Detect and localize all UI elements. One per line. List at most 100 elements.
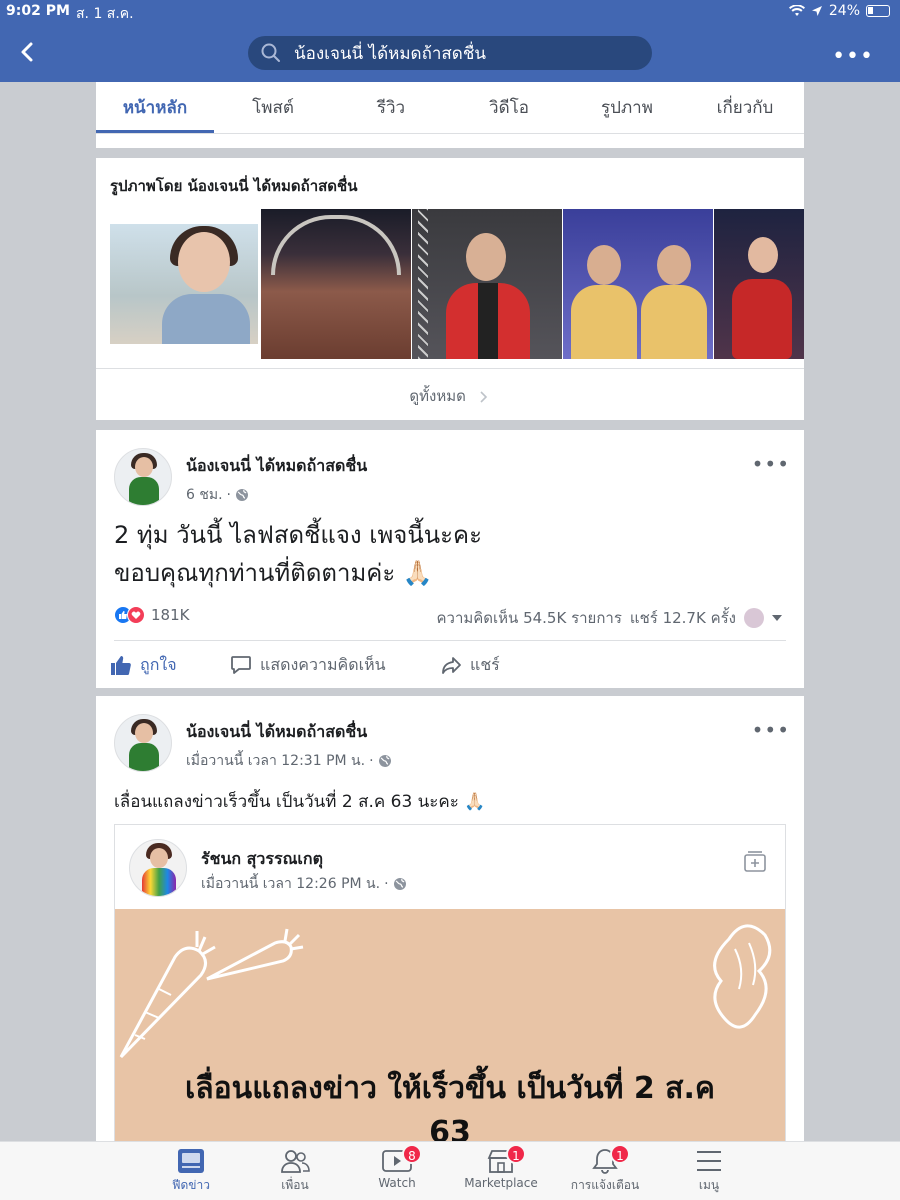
tab-home[interactable]: หน้าหลัก [96,82,214,133]
dropdown-caret-icon[interactable] [772,615,782,621]
dot-separator: · [384,876,389,892]
like-label: ถูกใจ [140,654,177,674]
battery-icon [866,5,890,17]
nav-news-feed[interactable]: ฟีดข่าว [136,1148,246,1195]
battery-percent: 24% [828,3,860,19]
post-stats: ความคิดเห็น 54.5K รายการ แชร์ 12.7K ครั้… [436,606,782,630]
globe-icon [393,878,406,890]
notification-badge: 1 [610,1144,630,1164]
nav-label: ฟีดข่าว [172,1178,210,1192]
notification-badge: 8 [402,1144,422,1164]
banner-line: 63 [429,1115,471,1141]
nav-label: เพื่อน [281,1178,309,1192]
post-actions: ถูกใจ แสดงความคิดเห็น แชร์ [110,648,790,682]
save-post-icon[interactable] [743,849,767,873]
reaction-summary[interactable]: 181K [114,606,189,624]
banner-text: เลื่อนแถลงข่าว ให้เร็วขึ้น เป็นวันที่ 2 … [115,1067,785,1141]
dot-separator: · [226,487,231,503]
news-feed-icon [178,1149,204,1173]
photo-thumbnail[interactable] [563,209,713,359]
avatar[interactable] [114,714,172,772]
photo-thumbnail[interactable] [714,209,804,359]
comment-label: แสดงความคิดเห็น [260,654,386,674]
photo-thumbnail[interactable] [412,209,562,359]
nav-notifications[interactable]: 1 การแจ้งเตือน [550,1144,660,1195]
post-more-icon[interactable]: ••• [752,718,790,742]
nav-label: เมนู [698,1178,720,1192]
shared-author[interactable]: รัชนก สุวรรณเกตุ [201,847,323,872]
wifi-icon [788,5,805,16]
menu-icon [697,1151,721,1171]
shared-post[interactable]: รัชนก สุวรรณเกตุ เมื่อวานนี้ เวลา 12:26 … [114,824,786,1141]
viewer-avatar[interactable] [744,608,764,628]
carrot-illustration [119,928,304,1059]
nav-marketplace[interactable]: 1 Marketplace [446,1144,556,1190]
post-author[interactable]: น้องเจนนี่ ได้หมดถ้าสดชื่น [186,720,367,745]
tab-reviews[interactable]: รีวิว [332,82,450,133]
see-all-link[interactable]: ดูทั้งหมด [96,384,804,408]
avatar[interactable] [114,448,172,506]
see-all-label: ดูทั้งหมด [409,387,466,405]
search-icon [261,43,280,62]
globe-icon [236,489,248,501]
page-tabs: หน้าหลัก โพสต์ รีวิว วิดีโอ รูปภาพ เกี่ย… [96,82,804,134]
love-reaction-icon [127,606,145,624]
post-text-line: ขอบคุณทุกท่านที่ติดตามค่ะ 🙏🏻 [114,559,433,587]
comment-count[interactable]: ความคิดเห็น 54.5K รายการ [436,606,621,630]
post-text: 2 ทุ่ม วันนี้ ไลฟสดชี้แจง เพจนี้นะคะ ขอบ… [114,516,482,592]
nav-label: Watch [378,1176,416,1190]
nav-friends[interactable]: เพื่อน [240,1148,350,1195]
chevron-right-icon [480,390,487,403]
tab-posts[interactable]: โพสต์ [214,82,332,133]
nav-menu[interactable]: เมนู [654,1148,764,1195]
bottom-nav: ฟีดข่าว เพื่อน 8 Watch 1 Marketplace 1 ก… [0,1141,900,1200]
location-arrow-icon [811,6,822,16]
search-text: น้องเจนนี่ ได้หมดถ้าสดชื่น [294,43,487,64]
notification-badge: 1 [506,1144,526,1164]
post-author[interactable]: น้องเจนนี่ ได้หมดถ้าสดชื่น [186,454,367,479]
share-button[interactable]: แชร์ [440,648,540,682]
photos-title: รูปภาพโดย น้องเจนนี่ ได้หมดถ้าสดชื่น [110,177,358,195]
share-icon [442,657,461,674]
top-bar: 9:02 PM ส. 1 ส.ค. 24% น้องเจนนี่ ได้หมดถ… [0,0,900,82]
tab-videos[interactable]: วิดีโอ [450,82,568,133]
back-chevron-icon[interactable] [14,38,42,66]
post-more-icon[interactable]: ••• [752,452,790,476]
announcement-banner[interactable]: เลื่อนแถลงข่าว ให้เร็วขึ้น เป็นวันที่ 2 … [115,909,785,1141]
divider [114,640,786,641]
post-card: น้องเจนนี่ ได้หมดถ้าสดชื่น เมื่อวานนี้ เ… [96,696,804,1141]
share-count[interactable]: แชร์ 12.7K ครั้ง [630,606,736,630]
tab-photos[interactable]: รูปภาพ [568,82,686,133]
post-time[interactable]: 6 ชม. [186,484,223,506]
page-tabs-card: หน้าหลัก โพสต์ รีวิว วิดีโอ รูปภาพ เกี่ย… [96,82,804,148]
post-meta: เมื่อวานนี้ เวลา 12:31 PM น. · [186,750,392,772]
tab-about[interactable]: เกี่ยวกับ [686,82,804,133]
status-date: ส. 1 ส.ค. [76,6,134,22]
photo-thumbnail[interactable] [110,224,258,344]
like-button[interactable]: ถูกใจ [110,648,230,682]
shared-time[interactable]: เมื่อวานนี้ เวลา 12:26 PM น. [201,873,380,895]
search-input[interactable]: น้องเจนนี่ ได้หมดถ้าสดชื่น [248,36,652,70]
nav-label: การแจ้งเตือน [570,1178,640,1192]
photos-section: รูปภาพโดย น้องเจนนี่ ได้หมดถ้าสดชื่น ดูท… [96,158,804,420]
avatar[interactable] [129,839,187,897]
divider [96,368,804,369]
friends-icon [281,1150,310,1173]
status-time: 9:02 PM [6,3,70,19]
status-bar: 9:02 PM ส. 1 ส.ค. 24% [0,0,900,24]
post-meta: 6 ชม. · [186,484,249,506]
post-time[interactable]: เมื่อวานนี้ เวลา 12:31 PM น. [186,750,365,772]
shared-meta: เมื่อวานนี้ เวลา 12:26 PM น. · [201,873,407,895]
dot-separator: · [369,753,374,769]
post-text: เลื่อนแถลงข่าวเร็วขึ้น เป็นวันที่ 2 ส.ค … [114,792,486,812]
photo-thumbnail[interactable] [261,209,411,359]
comment-icon [231,656,251,674]
comment-button[interactable]: แสดงความคิดเห็น [230,648,440,682]
share-label: แชร์ [470,654,500,674]
post-text-line: 2 ทุ่ม วันนี้ ไลฟสดชี้แจง เพจนี้นะคะ [114,521,482,549]
nav-watch[interactable]: 8 Watch [342,1144,452,1190]
more-icon[interactable]: ••• [832,44,874,69]
banner-line: เลื่อนแถลงข่าว ให้เร็วขึ้น เป็นวันที่ 2 … [185,1071,715,1106]
status-right: 24% [788,3,890,19]
globe-icon [378,755,391,767]
